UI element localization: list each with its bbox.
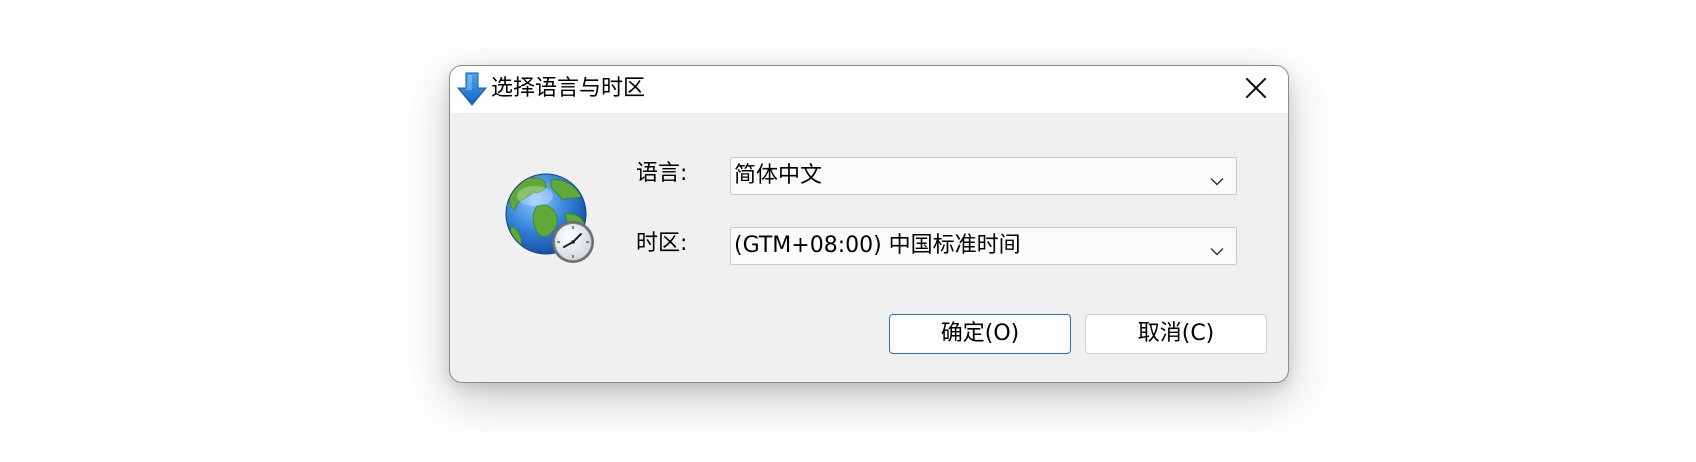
timezone-select-value: (GTM+08:00) 中国标准时间 bbox=[734, 233, 1021, 258]
dialog-title: 选择语言与时区 bbox=[491, 76, 646, 101]
chevron-down-icon bbox=[1210, 241, 1224, 256]
cancel-button[interactable]: 取消(C) bbox=[1085, 314, 1267, 354]
ok-button[interactable]: 确定(O) bbox=[889, 314, 1071, 354]
title-bar: 选择语言与时区 bbox=[450, 66, 1288, 113]
language-select-value: 简体中文 bbox=[734, 163, 823, 188]
download-arrow-icon bbox=[456, 71, 488, 107]
close-button[interactable] bbox=[1236, 72, 1276, 106]
globe-clock-icon bbox=[503, 170, 599, 266]
language-select[interactable]: 简体中文 bbox=[730, 157, 1237, 195]
timezone-select[interactable]: (GTM+08:00) 中国标准时间 bbox=[730, 227, 1237, 265]
language-label: 语言: bbox=[636, 161, 688, 186]
chevron-down-icon bbox=[1210, 171, 1224, 186]
close-icon bbox=[1236, 77, 1276, 110]
timezone-label: 时区: bbox=[636, 231, 688, 256]
language-timezone-dialog: 选择语言与时区 语言: 简体中文 时区: (GTM+08:00) 中国标准时间 … bbox=[449, 65, 1289, 383]
